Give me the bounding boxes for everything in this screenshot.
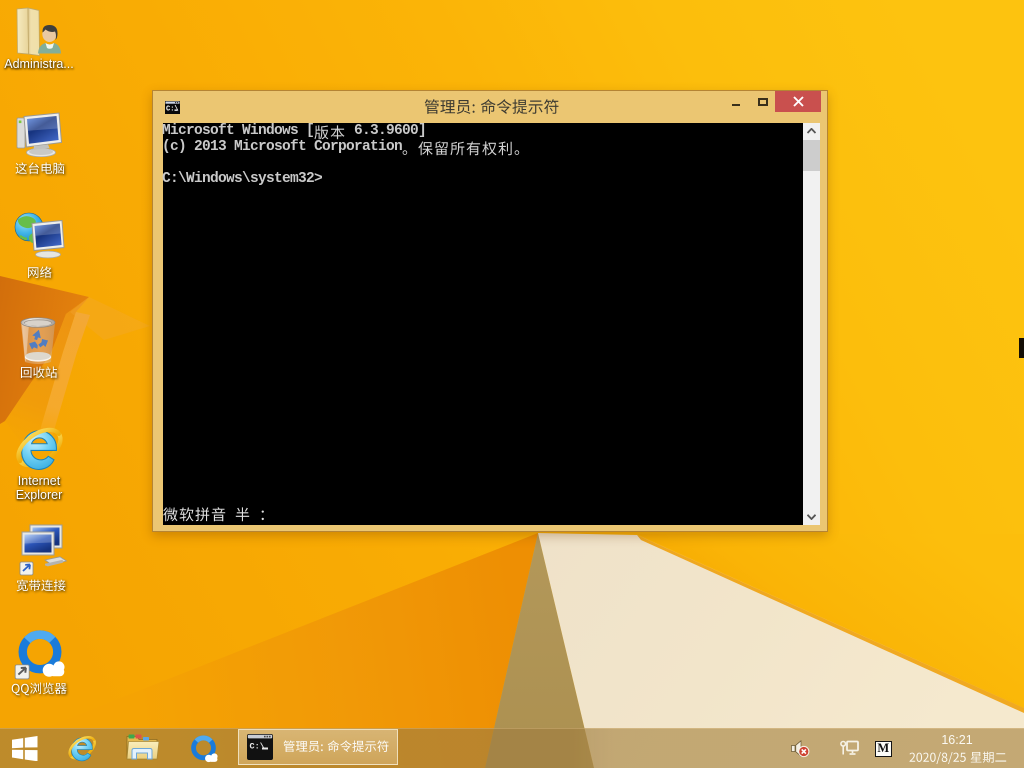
svg-text:C:\: C:\ xyxy=(250,742,265,752)
